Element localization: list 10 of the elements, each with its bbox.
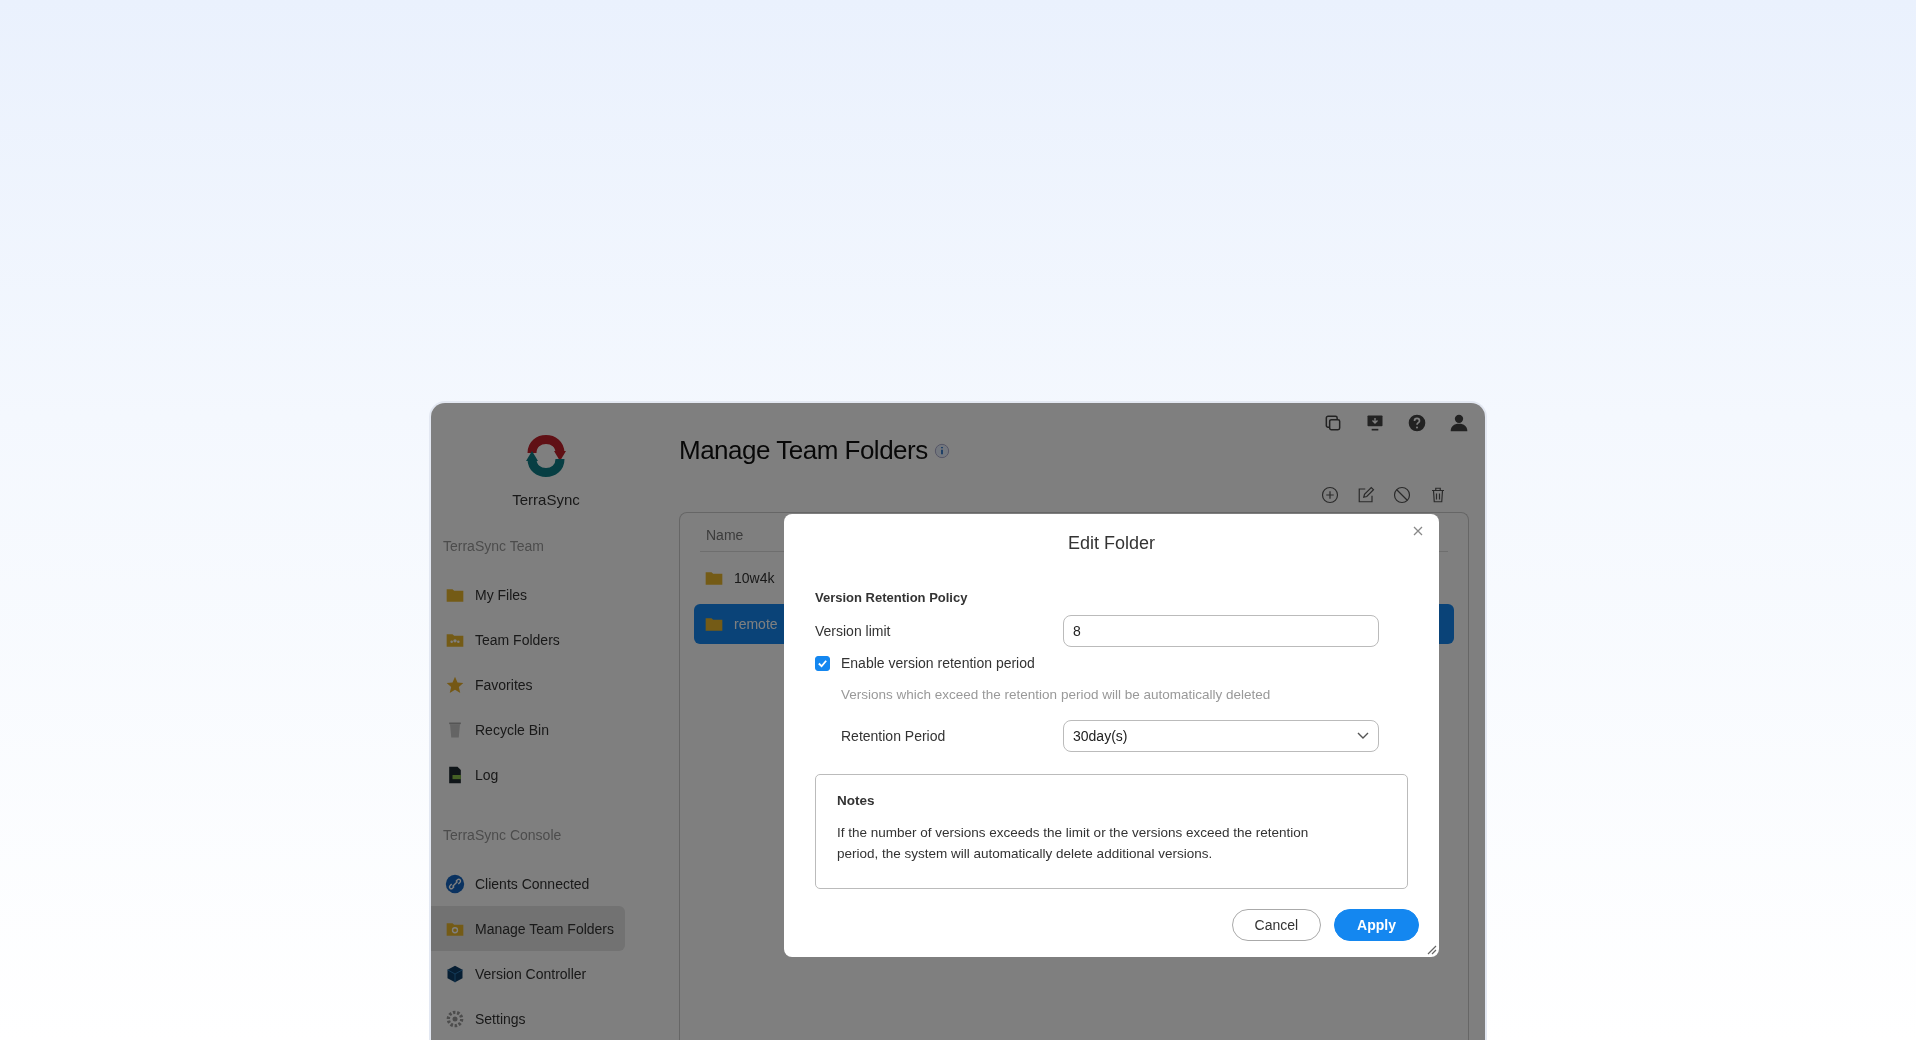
field-label: Version limit [815, 623, 892, 639]
notes-text: If the number of versions exceeds the limit or the versions exceed the retention period, the system will automatically delete additional versions. [837, 824, 1310, 863]
page-title: Manage Team Folders [679, 435, 928, 466]
notes-title: Notes [837, 793, 876, 808]
app-name: TerraSync [512, 491, 580, 508]
section-heading: Version Retention Policy [815, 590, 969, 605]
field-label: Retention Period [841, 728, 947, 744]
dialog-title: Edit Folder [1066, 533, 1156, 554]
checkbox-label: Enable version retention period [841, 655, 1035, 671]
hint-text: Versions which exceed the retention period will be automatically deleted [841, 687, 1272, 702]
